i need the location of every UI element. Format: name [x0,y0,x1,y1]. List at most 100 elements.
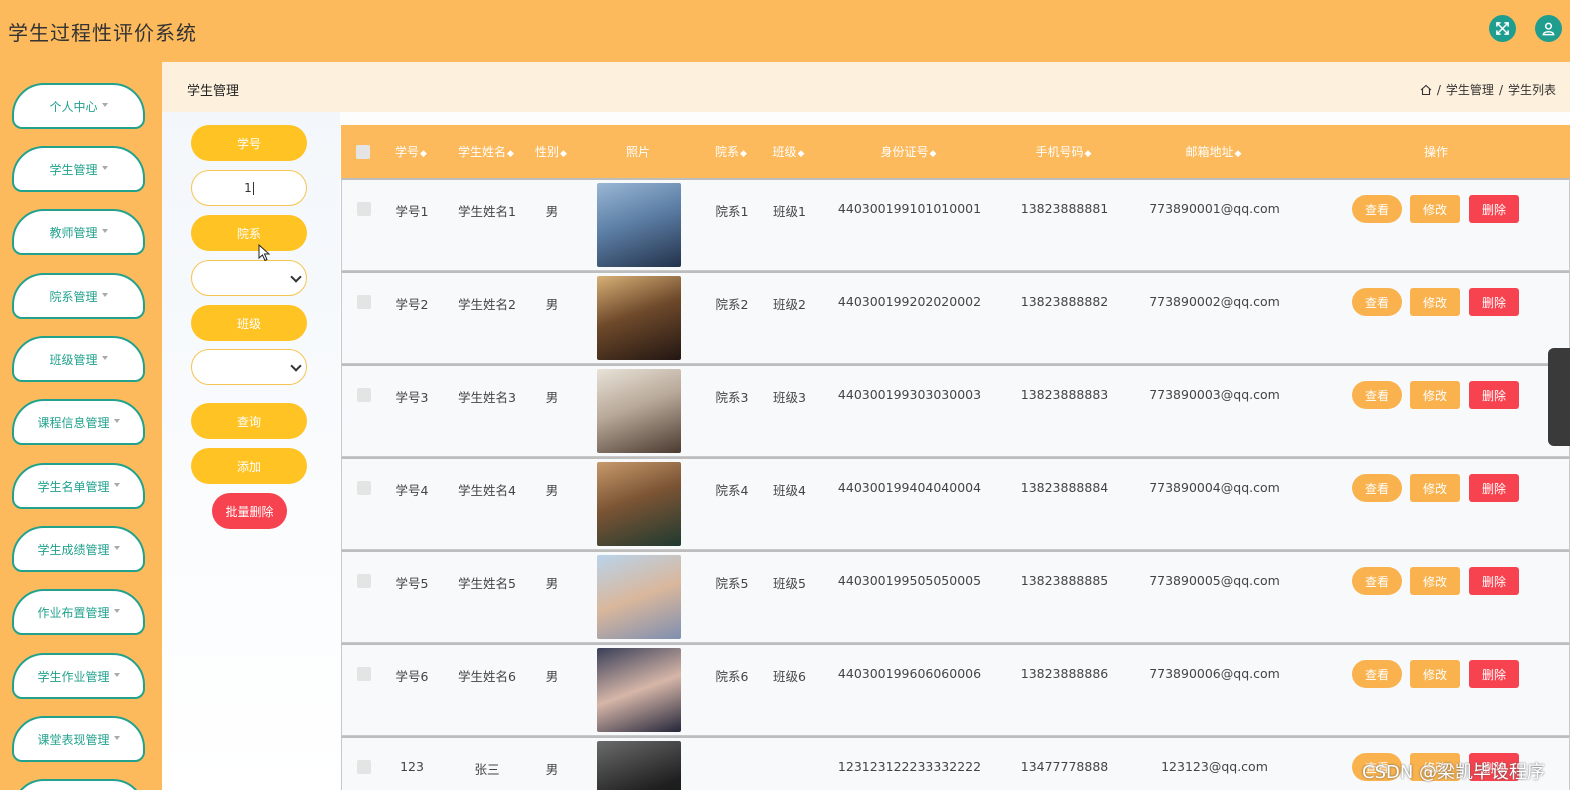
cell-email: 773890002@qq.com [1149,294,1280,309]
cell-xuehao: 学号1 [395,204,429,219]
cell-idcard: 440300199505050005 [837,573,982,588]
user-icon[interactable] [1535,15,1562,42]
view-button[interactable]: 查看 [1352,288,1402,316]
student-photo [597,183,681,267]
cell-yuanxi: 院系3 [715,390,749,405]
cell-name: 学生姓名6 [458,669,516,684]
chevron-down-icon [101,293,108,297]
delete-button[interactable]: 删除 [1469,381,1519,409]
sidebar-item-grade-management[interactable]: 学生成绩管理 [12,526,145,572]
sort-icon[interactable]: ◆ [798,149,805,159]
delete-button[interactable]: 删除 [1469,567,1519,595]
sidebar-item-label: 学生名单管理 [37,479,110,494]
edit-button[interactable]: 修改 [1410,567,1460,595]
row-checkbox[interactable] [357,388,371,402]
view-button[interactable]: 查看 [1352,381,1402,409]
row-checkbox[interactable] [357,574,371,588]
sidebar-item-roster-management[interactable]: 学生名单管理 [12,463,145,509]
cell-gender: 男 [545,762,559,777]
cell-banji: 班级1 [773,204,806,219]
column-label: 照片 [625,145,650,159]
row-checkbox[interactable] [357,202,371,216]
column-header-yuanxi[interactable]: 院系◆ [706,125,756,179]
watermark: CSDN @梁凯毕设程序 [1362,762,1546,783]
edit-button[interactable]: 修改 [1410,660,1460,688]
student-photo [597,369,681,453]
row-checkbox[interactable] [357,295,371,309]
edit-button[interactable]: 修改 [1410,288,1460,316]
home-icon[interactable] [1420,84,1432,96]
breadcrumb-item: 学生列表 [1507,83,1556,97]
sort-icon[interactable]: ◆ [1235,149,1242,159]
sidebar-item-label: 教师管理 [49,225,98,240]
select-all-checkbox[interactable] [356,145,370,159]
sidebar-item-assignment-management[interactable]: 作业布置管理 [12,589,145,635]
delete-button[interactable]: 删除 [1469,660,1519,688]
sidebar-item-personal-center[interactable]: 个人中心 [12,83,145,129]
sort-icon[interactable]: ◆ [560,149,567,159]
query-button[interactable]: 查询 [191,403,307,439]
sidebar-item-teacher-management[interactable]: 教师管理 [12,209,145,255]
column-header-phone[interactable]: 手机号码◆ [1001,125,1126,179]
view-button[interactable]: 查看 [1352,195,1402,223]
column-header-name[interactable]: 学生姓名◆ [446,125,526,179]
sidebar-item-student-management[interactable]: 学生管理 [12,146,145,192]
sort-icon[interactable]: ◆ [507,149,514,159]
delete-button[interactable]: 删除 [1469,195,1519,223]
cell-xuehao: 学号6 [395,669,429,684]
view-button[interactable]: 查看 [1352,660,1402,688]
sidebar-item-department-management[interactable]: 院系管理 [12,273,145,319]
row-checkbox[interactable] [357,481,371,495]
breadcrumb-item[interactable]: 学生管理 [1446,81,1494,98]
delete-button[interactable]: 删除 [1469,474,1519,502]
column-label: 学号 [395,145,420,159]
column-header-gender[interactable]: 性别◆ [526,125,576,179]
xuehao-input[interactable]: 1 [191,170,307,206]
column-header-idcard[interactable]: 身份证号◆ [836,125,981,179]
edit-button[interactable]: 修改 [1410,195,1460,223]
sidebar-item-homework-management[interactable]: 学生作业管理 [12,653,145,699]
student-photo [597,741,681,790]
sidebar-item-label: 个人中心 [49,99,98,114]
table-row: 学号2 学生姓名2 男 院系2 班级2 440300199202020002 1… [341,271,1570,364]
yuanxi-select[interactable] [191,260,307,296]
column-header-email[interactable]: 邮箱地址◆ [1141,125,1286,179]
edit-button[interactable]: 修改 [1410,474,1460,502]
cell-name: 学生姓名5 [458,576,516,591]
sidebar-item-class-management[interactable]: 班级管理 [12,336,145,382]
chevron-down-icon [113,546,120,550]
banji-select[interactable] [191,349,307,385]
sidebar-item-course-management[interactable]: 课程信息管理 [12,399,145,445]
sort-icon[interactable]: ◆ [420,149,427,159]
cell-xuehao: 学号4 [395,483,429,498]
sidebar-item-label: 班级管理 [49,352,98,367]
sort-icon[interactable]: ◆ [930,149,937,159]
column-label: 身份证号 [880,145,929,159]
column-label: 院系 [715,145,740,159]
batch-delete-button[interactable]: 批量删除 [212,493,287,529]
column-header-banji[interactable]: 班级◆ [761,125,816,179]
edit-button[interactable]: 修改 [1410,381,1460,409]
row-checkbox[interactable] [357,667,371,681]
sort-icon[interactable]: ◆ [740,149,747,159]
delete-button[interactable]: 删除 [1469,288,1519,316]
sidebar-item-label: 课程信息管理 [37,415,110,430]
side-drawer-handle[interactable] [1548,348,1570,446]
column-header-xuehao[interactable]: 学号◆ [386,125,436,179]
cell-banji: 班级4 [773,483,806,498]
cell-phone: 13823888883 [1020,387,1109,402]
sidebar-item-classroom-management[interactable]: 课堂表现管理 [12,716,145,762]
sidebar-item-more[interactable] [12,779,145,790]
chevron-down-icon [290,360,302,372]
view-button[interactable]: 查看 [1352,474,1402,502]
fullscreen-icon[interactable] [1489,15,1516,42]
cell-name: 学生姓名1 [458,204,516,219]
cell-name: 学生姓名3 [458,390,516,405]
view-button[interactable]: 查看 [1352,567,1402,595]
row-checkbox[interactable] [357,760,371,774]
sort-icon[interactable]: ◆ [1085,149,1092,159]
add-button[interactable]: 添加 [191,448,307,484]
chevron-down-icon [290,271,302,283]
cell-name: 张三 [474,762,500,777]
cell-banji: 班级3 [773,390,806,405]
